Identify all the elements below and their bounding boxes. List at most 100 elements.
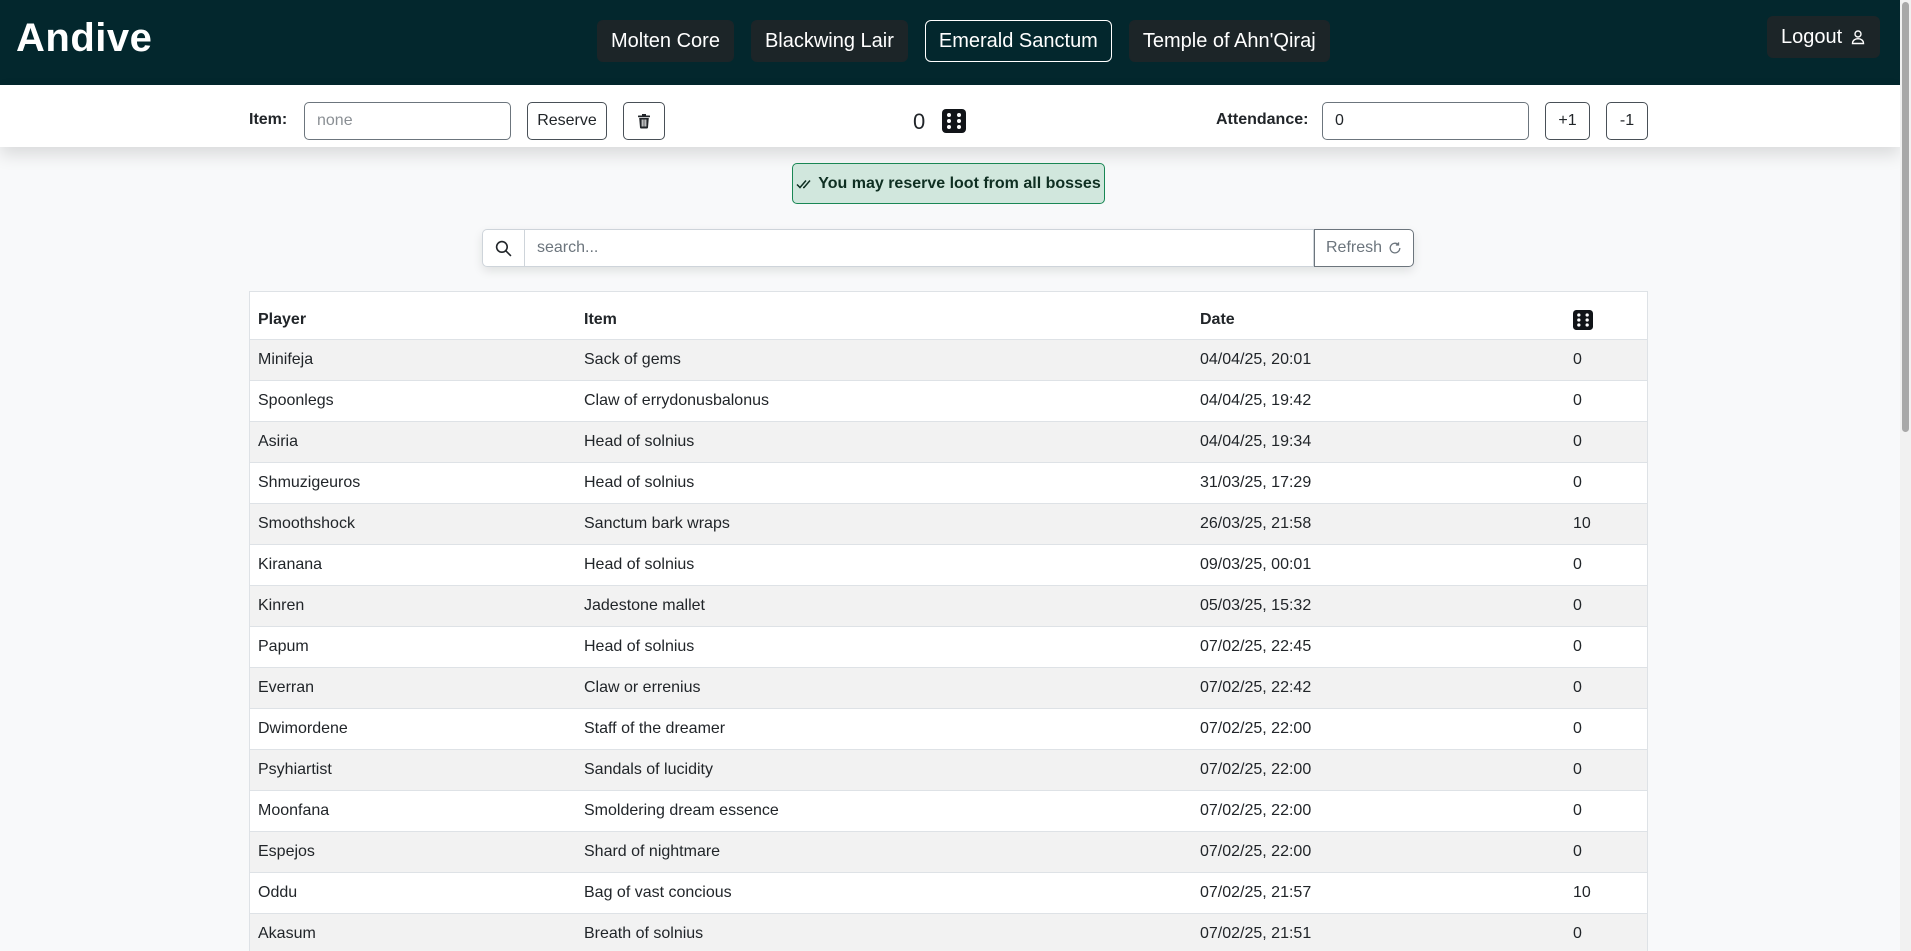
date-cell: 07/02/25, 21:57 <box>1192 872 1565 914</box>
raid-tabs: Molten Core Blackwing Lair Emerald Sanct… <box>597 20 1330 62</box>
table-row: Minifeja Sack of gems 04/04/25, 20:01 0 <box>250 339 1647 381</box>
item-input[interactable] <box>304 102 511 140</box>
date-cell: 04/04/25, 19:42 <box>1192 380 1565 422</box>
delete-button[interactable] <box>623 102 665 140</box>
player-cell: Espejos <box>250 831 576 873</box>
player-cell: Dwimordene <box>250 708 576 750</box>
item-cell: Claw of errydonusbalonus <box>576 380 1192 422</box>
roll-cell: 0 <box>1565 462 1647 504</box>
item-cell: Bag of vast concious <box>576 872 1192 914</box>
player-cell: Papum <box>250 626 576 668</box>
player-cell: Psyhiartist <box>250 749 576 791</box>
player-cell: Asiria <box>250 421 576 463</box>
roll-cell: 0 <box>1565 380 1647 422</box>
date-cell: 07/02/25, 22:42 <box>1192 667 1565 709</box>
tab-blackwing-lair[interactable]: Blackwing Lair <box>750 20 908 62</box>
brand-logo[interactable]: Andive <box>16 16 152 61</box>
item-column-header[interactable]: Item <box>576 292 1192 340</box>
player-cell: Minifeja <box>250 339 576 381</box>
date-column-header[interactable]: Date <box>1192 292 1565 340</box>
trash-icon <box>638 114 650 129</box>
reserve-status-alert: You may reserve loot from all bosses <box>792 163 1105 204</box>
item-cell: Sandals of lucidity <box>576 749 1192 791</box>
roll-cell: 0 <box>1565 339 1647 381</box>
item-cell: Breath of solnius <box>576 913 1192 951</box>
roll-cell: 0 <box>1565 749 1647 791</box>
dice-six-icon <box>1573 310 1593 331</box>
table-row: Psyhiartist Sandals of lucidity 07/02/25, … <box>250 749 1647 791</box>
user-icon <box>1851 30 1865 45</box>
date-cell: 31/03/25, 17:29 <box>1192 462 1565 504</box>
player-cell: Oddu <box>250 872 576 914</box>
date-cell: 07/02/25, 22:45 <box>1192 626 1565 668</box>
attendance-input[interactable] <box>1322 102 1529 140</box>
attendance-plus-button[interactable]: +1 <box>1545 102 1590 140</box>
date-cell: 07/02/25, 22:00 <box>1192 831 1565 873</box>
roll-column-header[interactable] <box>1565 292 1647 340</box>
item-cell: Head of solnius <box>576 626 1192 668</box>
logout-button[interactable]: Logout <box>1767 16 1881 58</box>
item-cell: Sack of gems <box>576 339 1192 381</box>
item-cell: Head of solnius <box>576 462 1192 504</box>
item-cell: Head of solnius <box>576 544 1192 586</box>
search-addon <box>482 229 524 267</box>
player-cell: Akasum <box>250 913 576 951</box>
top-navbar: Andive Molten Core Blackwing Lair Emeral… <box>0 0 1900 85</box>
reserve-button[interactable]: Reserve <box>527 102 607 140</box>
table-row: Spoonlegs Claw of errydonusbalonus 04/04/2… <box>250 380 1647 422</box>
item-cell: Claw or errenius <box>576 667 1192 709</box>
roll-cell: 0 <box>1565 790 1647 832</box>
roll-cell: 0 <box>1565 626 1647 668</box>
table-row: Oddu Bag of vast concious 07/02/25, 21:57 1… <box>250 872 1647 914</box>
table-row: Shmuzigeuros Head of solnius 31/03/25, 17:… <box>250 462 1647 504</box>
item-cell: Sanctum bark wraps <box>576 503 1192 545</box>
item-cell: Head of solnius <box>576 421 1192 463</box>
refresh-button[interactable]: Refresh <box>1314 229 1414 267</box>
reserve-toolbar: Item: Reserve 0 Attendance: +1 -1 <box>0 85 1900 147</box>
page: Andive Molten Core Blackwing Lair Emeral… <box>0 0 1911 951</box>
player-cell: Everran <box>250 667 576 709</box>
dice-six-icon <box>942 109 966 133</box>
roll-count: 0 <box>913 109 926 134</box>
scrollbar-thumb[interactable] <box>1902 2 1909 432</box>
player-cell: Moonfana <box>250 790 576 832</box>
player-column-header[interactable]: Player <box>250 292 576 340</box>
search-input[interactable] <box>524 229 1314 267</box>
item-label: Item: <box>249 111 288 128</box>
player-cell: Smoothshock <box>250 503 576 545</box>
page-scrollbar[interactable] <box>1900 0 1911 951</box>
date-cell: 07/02/25, 21:51 <box>1192 913 1565 951</box>
item-cell: Staff of the dreamer <box>576 708 1192 750</box>
date-cell: 07/02/25, 22:00 <box>1192 708 1565 750</box>
table-row: Dwimordene Staff of the dreamer 07/02/25, … <box>250 708 1647 750</box>
date-cell: 07/02/25, 22:00 <box>1192 749 1565 791</box>
refresh-icon <box>1389 242 1401 254</box>
tab-molten-core[interactable]: Molten Core <box>597 20 734 62</box>
date-cell: 26/03/25, 21:58 <box>1192 503 1565 545</box>
roll-cell: 10 <box>1565 503 1647 545</box>
attendance-minus-button[interactable]: -1 <box>1606 102 1648 140</box>
table-row: Smoothshock Sanctum bark wraps 26/03/25, 2… <box>250 503 1647 545</box>
date-cell: 09/03/25, 00:01 <box>1192 544 1565 586</box>
tab-temple-of-ahnqiraj[interactable]: Temple of Ahn'Qiraj <box>1128 20 1330 62</box>
logout-label: Logout <box>1781 25 1843 48</box>
player-cell: Spoonlegs <box>250 380 576 422</box>
search-bar: Refresh <box>482 229 1414 267</box>
tab-emerald-sanctum[interactable]: Emerald Sanctum <box>924 20 1112 62</box>
alert-text: You may reserve loot from all bosses <box>818 174 1101 192</box>
table-row: Kiranana Head of solnius 09/03/25, 00:01 0 <box>250 544 1647 586</box>
player-cell: Kinren <box>250 585 576 627</box>
roll-cell: 0 <box>1565 708 1647 750</box>
item-cell: Shard of nightmare <box>576 831 1192 873</box>
double-check-icon <box>796 179 811 189</box>
roll-cell: 10 <box>1565 872 1647 914</box>
date-cell: 04/04/25, 19:34 <box>1192 421 1565 463</box>
date-cell: 05/03/25, 15:32 <box>1192 585 1565 627</box>
roll-cell: 0 <box>1565 585 1647 627</box>
date-cell: 07/02/25, 22:00 <box>1192 790 1565 832</box>
roll-cell: 0 <box>1565 421 1647 463</box>
table-body: Minifeja Sack of gems 04/04/25, 20:01 0 Spoo… <box>250 339 1647 951</box>
player-cell: Shmuzigeuros <box>250 462 576 504</box>
reservations-table: Player Item Date Minifeja Sack of gems 04/… <box>249 291 1648 951</box>
roll-cell: 0 <box>1565 667 1647 709</box>
